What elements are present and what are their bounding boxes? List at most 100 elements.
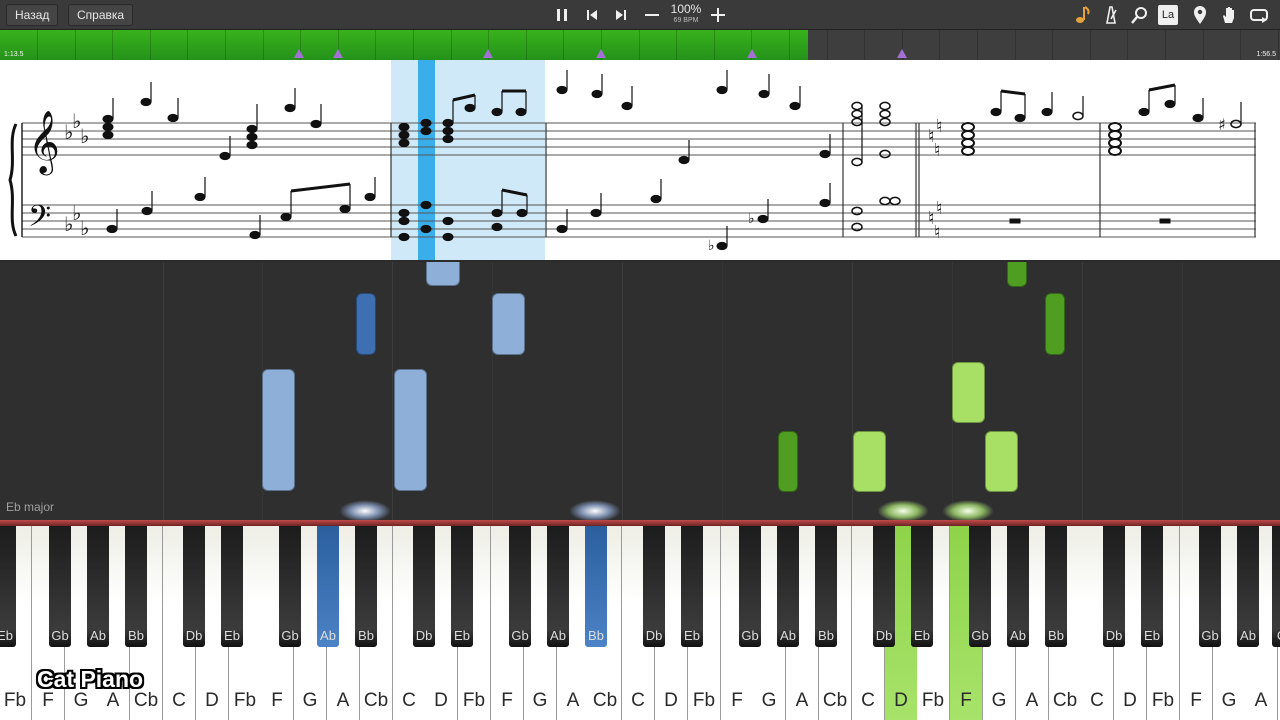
progress-tick (827, 30, 828, 60)
black-key[interactable]: Eb (681, 526, 703, 647)
black-key[interactable]: Gb (49, 526, 71, 647)
black-key-label: Ab (320, 628, 336, 643)
progress-tick (187, 30, 188, 60)
black-key[interactable]: Ab (317, 526, 339, 647)
black-key[interactable]: Gb (739, 526, 761, 647)
black-key[interactable]: Bb (125, 526, 147, 647)
black-key[interactable]: Bb (355, 526, 377, 647)
progress-tick (1052, 30, 1053, 60)
white-key-label: D (1123, 690, 1137, 711)
sheet-music[interactable]: 𝄞 𝄢 ♭ ♭ ♭ ♭ ♭ ♭ ♮ ♮ ♮ ♮ ♮ ♮ ♯ ♭ ♭ (0, 60, 1280, 260)
white-key-label: F (960, 690, 972, 711)
bookmark-marker[interactable] (747, 49, 757, 58)
metronome-icon[interactable] (1099, 3, 1123, 27)
white-key-label: G (302, 690, 318, 711)
black-key-label: Db (645, 628, 663, 643)
black-key[interactable]: Ab (87, 526, 109, 647)
piano-keyboard[interactable]: Fb F G A Cb C D Fb F G A Cb C D Fb F G A Cb C D Fb F G A Cb C D Fb F G… (0, 520, 1280, 720)
bookmark-marker[interactable] (333, 49, 343, 58)
white-key-label: D (205, 690, 219, 711)
black-key-label: Gb (971, 628, 989, 643)
white-key-label: A (566, 690, 580, 711)
minus-icon[interactable] (640, 3, 664, 27)
white-key-label: Fb (692, 690, 716, 711)
black-key[interactable]: Ab (777, 526, 799, 647)
black-key[interactable]: Ab (1007, 526, 1029, 647)
black-key[interactable]: Gb (279, 526, 301, 647)
loop-icon[interactable] (1247, 3, 1271, 27)
bookmark-marker[interactable] (294, 49, 304, 58)
white-key-label: A (1254, 690, 1268, 711)
watermark: Cat Piano (37, 666, 144, 692)
bookmark-marker[interactable] (483, 49, 493, 58)
white-key-label: G (73, 690, 89, 711)
black-key-label: Gb (51, 628, 69, 643)
black-key[interactable]: Ci (1272, 526, 1280, 647)
black-key-label: Ci (1272, 628, 1280, 643)
white-key-label: C (1090, 690, 1104, 711)
black-key[interactable]: Eb (911, 526, 933, 647)
white-key-label: Cb (592, 690, 618, 711)
black-key-label: Ab (1240, 628, 1256, 643)
black-key[interactable]: Eb (1141, 526, 1163, 647)
plus-icon[interactable] (706, 3, 730, 27)
falling-note (1007, 262, 1027, 287)
black-key[interactable]: Db (643, 526, 665, 647)
black-key-label: Ab (780, 628, 796, 643)
key-glow (942, 500, 994, 520)
black-key[interactable]: Ab (1237, 526, 1259, 647)
black-key[interactable]: Db (413, 526, 435, 647)
progress-tick (864, 30, 865, 60)
black-key[interactable]: Db (1103, 526, 1125, 647)
black-key[interactable]: Eb (0, 526, 16, 647)
note-icon[interactable] (1070, 3, 1094, 27)
skip-forward-icon[interactable] (609, 3, 633, 27)
white-key-label: F (1190, 690, 1202, 711)
black-key[interactable]: Bb (585, 526, 607, 647)
falling-note (394, 369, 427, 491)
black-key[interactable]: Ab (547, 526, 569, 647)
la-label: La (1161, 9, 1175, 21)
progress-tick (263, 30, 264, 60)
white-key-label: F (501, 690, 513, 711)
progress-tick (789, 30, 790, 60)
help-button[interactable]: Справка (68, 4, 134, 26)
marker-icon[interactable] (1188, 3, 1212, 27)
white-key-label: C (402, 690, 416, 711)
bookmark-marker[interactable] (897, 49, 907, 58)
skip-back-icon[interactable] (580, 3, 604, 27)
pause-icon[interactable] (550, 3, 574, 27)
black-key[interactable]: Bb (815, 526, 837, 647)
black-key[interactable]: Bb (1045, 526, 1067, 647)
svg-text:♭: ♭ (708, 238, 715, 254)
white-key-label: Fb (462, 690, 486, 711)
white-key-label: A (795, 690, 809, 711)
black-key-label: Bb (818, 628, 834, 643)
zoom-icon[interactable] (1128, 3, 1152, 27)
white-key-label: Cb (363, 690, 389, 711)
key-signature-treble: ♭♭♭ (64, 109, 89, 148)
black-key[interactable]: Db (183, 526, 205, 647)
black-key[interactable]: Db (873, 526, 895, 647)
black-key-label: Db (875, 628, 893, 643)
song-progress-bar[interactable]: 1:13.5 1:56.5 (0, 30, 1280, 60)
black-key[interactable]: Gb (969, 526, 991, 647)
black-key[interactable]: Eb (451, 526, 473, 647)
total-time: 1:56.5 (1256, 51, 1276, 58)
white-key-label: A (1025, 690, 1039, 711)
progress-tick (451, 30, 452, 60)
progress-tick (639, 30, 640, 60)
progress-tick (1278, 30, 1279, 60)
black-key[interactable]: Gb (1199, 526, 1221, 647)
falling-note (778, 431, 798, 492)
score: 𝄞 𝄢 ♭♭♭ ♭♭♭ ♮ ♮♮ ♮ ♮♮ ♯ ♭♭ (8, 60, 1256, 260)
white-key-label: G (532, 690, 548, 711)
hand-icon[interactable] (1217, 3, 1241, 27)
black-key[interactable]: Eb (221, 526, 243, 647)
la-icon[interactable]: La (1158, 5, 1178, 25)
black-key-label: Db (1105, 628, 1123, 643)
bookmark-marker[interactable] (596, 49, 606, 58)
black-key[interactable]: Gb (509, 526, 531, 647)
back-button[interactable]: Назад (6, 4, 59, 26)
white-key-label: A (336, 690, 350, 711)
